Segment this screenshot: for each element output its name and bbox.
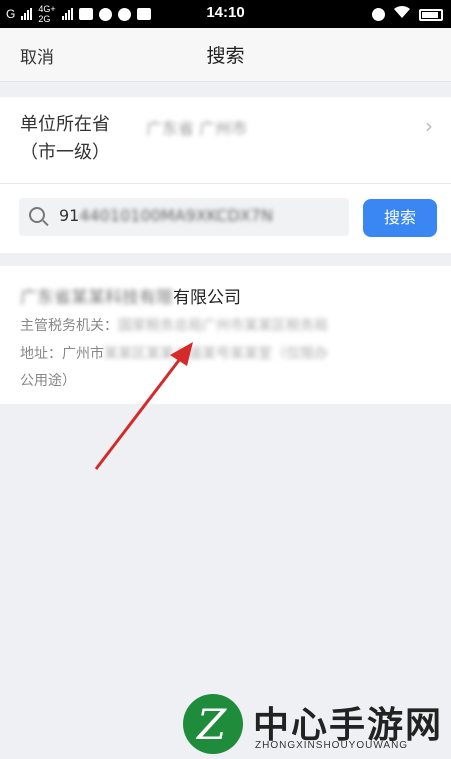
watermark: Z 中心手游网 ZHONGXINSHOUYOUWANG bbox=[183, 694, 445, 754]
watermark-logo-letter: Z bbox=[197, 700, 227, 749]
watermark-subtitle: ZHONGXINSHOUYOUWANG bbox=[255, 740, 409, 751]
arrow-head bbox=[170, 342, 193, 366]
annotation-arrow bbox=[94, 342, 193, 470]
watermark-logo-icon: Z bbox=[183, 694, 243, 754]
arrow-shaft bbox=[94, 354, 185, 470]
